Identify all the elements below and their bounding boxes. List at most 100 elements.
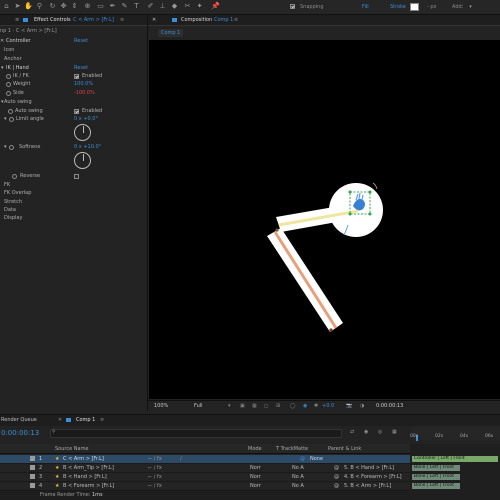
pen-add-icon[interactable]: ✎ [120, 2, 129, 11]
stroke-width[interactable]: - px [427, 4, 437, 10]
pickwhip-icon[interactable]: @ [334, 473, 339, 481]
shy-star-icon[interactable]: ★ [55, 455, 59, 463]
current-time[interactable]: 0:00:00:13 [1, 429, 39, 437]
layer-search-input[interactable] [50, 429, 342, 438]
elbow-joint[interactable] [275, 228, 279, 232]
stopwatch-icon[interactable] [9, 117, 14, 122]
stamp-icon[interactable]: ⊥ [158, 2, 167, 11]
limit-angle-dial[interactable] [74, 124, 91, 141]
composition-tab[interactable]: Composition [181, 17, 212, 23]
layer-mode[interactable]: Norr [250, 464, 261, 472]
timeline-track-area[interactable] [410, 444, 500, 500]
side-value[interactable]: -100.0% [74, 89, 95, 98]
pickwhip-icon[interactable]: @ [334, 482, 339, 490]
switches-icon[interactable]: ⌐ ∕ fx [148, 473, 162, 481]
eraser-icon[interactable]: ◆ [170, 2, 179, 11]
effect-controls-tab[interactable]: Effect Controls [34, 17, 71, 23]
col-parent[interactable]: Parent & Link [328, 446, 361, 452]
stopwatch-icon[interactable] [6, 82, 11, 87]
mask-icon[interactable]: ◻ [264, 403, 268, 409]
rig-canvas[interactable] [149, 40, 500, 399]
reverse-checkbox[interactable] [74, 174, 79, 179]
panel-options-icon[interactable]: ≡ [120, 17, 124, 23]
dropdown-icon[interactable]: ▾ [228, 403, 231, 409]
shy-star-icon[interactable]: ★ [55, 473, 59, 481]
graph-editor-icon[interactable]: ▦ [392, 429, 397, 435]
close-icon[interactable]: ✕ [58, 417, 62, 423]
layer-row[interactable]: 3 ★ B < Hand > [Fr.L] ⌐ ∕ fx Norr No A @… [0, 473, 410, 482]
label-color-swatch[interactable] [30, 483, 35, 488]
layer-row[interactable]: 4 ★ B < Forearm > [Fr.L] ⌐ ∕ fx Norr No … [0, 482, 410, 491]
show-snapshot-icon[interactable]: ◑ [360, 403, 364, 409]
softness-dial[interactable] [74, 152, 91, 169]
collapse-arrow-icon[interactable]: ✕ [0, 37, 4, 46]
roto-icon[interactable]: ✂ [183, 2, 192, 11]
draft-3d-icon[interactable]: ◉ [364, 429, 368, 435]
controller-reset-link[interactable]: Reset [74, 37, 88, 46]
layer-trackmatte[interactable]: No A [292, 464, 304, 472]
autoswing-group-row[interactable]: ▾ Auto swing [0, 98, 147, 107]
channel-icon[interactable]: ◯ [290, 403, 296, 409]
layer-name[interactable]: B < Forearm > [Fr.L] [63, 482, 114, 490]
region-icon[interactable]: ▣ [240, 403, 245, 409]
panel-options-icon[interactable]: ≡ [234, 17, 238, 23]
autoswing-checkbox[interactable] [74, 109, 79, 114]
layer-row[interactable]: 1 ★ C < Arm > [Fr.L] ⌐ ∕ fx ∕ @ None [0, 455, 410, 464]
switches-icon[interactable]: ⌐ ∕ fx [148, 482, 162, 490]
fill-label[interactable]: Fill [362, 4, 369, 10]
ik-handle[interactable] [348, 212, 352, 216]
stroke-swatch[interactable] [410, 3, 419, 11]
reverse-row[interactable]: Reverse [0, 172, 147, 181]
comp-mini-flowchart-icon[interactable]: ⇄ [350, 429, 354, 435]
transparency-grid-icon[interactable]: ▦ [252, 403, 257, 409]
layer-parent[interactable]: 5. B < Arm > [Fr.L] [344, 482, 391, 490]
effect-lock-icon[interactable] [23, 18, 28, 22]
softness-row[interactable]: ▾ Softness 0 x +10.0° [0, 143, 147, 152]
composition-name[interactable]: Comp 1 [214, 17, 233, 23]
layer-parent[interactable]: 5. B < Hand > [Fr.L] [344, 464, 394, 472]
rect-icon[interactable]: ▭ [96, 2, 105, 11]
stopwatch-icon[interactable] [6, 91, 11, 96]
col-mode[interactable]: Mode [248, 446, 262, 452]
col-trackmatte[interactable]: T TrackMatte [276, 446, 308, 452]
weight-value[interactable]: 100.0% [74, 80, 93, 89]
brush-icon[interactable]: ✐ [146, 2, 155, 11]
pan-behind-icon[interactable]: ⊕ [83, 2, 92, 11]
limit-angle-value[interactable]: 0 x +0.0° [74, 115, 98, 124]
timeline-lock-icon[interactable] [66, 418, 71, 422]
pickwhip-icon[interactable]: @ [334, 464, 339, 472]
icon-row[interactable]: Icon [0, 46, 147, 55]
color-management-icon[interactable]: ◉ [303, 403, 307, 409]
zoom-icon[interactable]: ⚲ [35, 2, 44, 11]
select-icon[interactable]: ➤ [13, 2, 22, 11]
close-icon[interactable]: ✕ [152, 17, 156, 23]
label-color-swatch[interactable] [30, 456, 35, 461]
layer-name[interactable]: B < Arm_Tip > [Fr.L] [63, 464, 114, 472]
comp-sub-tab[interactable]: Comp 1 [158, 29, 184, 37]
pin-icon[interactable]: 📌 [211, 2, 220, 11]
weight-row[interactable]: Weight 100.0% [0, 80, 147, 89]
type-icon[interactable]: T [132, 2, 141, 11]
ik-handle[interactable] [368, 212, 372, 216]
layer-name[interactable]: C < Arm > [Fr.L] [63, 455, 104, 463]
hand-icon[interactable]: ✋ [24, 2, 33, 11]
effect-controls-layer[interactable]: C < Arm > [Fr.L] [73, 17, 114, 23]
col-source-name[interactable]: Source Name [55, 446, 89, 452]
switches-icon[interactable]: ⌐ ∕ fx [148, 455, 162, 463]
render-queue-tab[interactable]: Render Queue [1, 417, 37, 423]
ik-fk-checkbox[interactable] [74, 74, 79, 79]
anchor-row[interactable]: Anchor [0, 55, 147, 64]
guides-icon[interactable]: ⊞ [276, 403, 280, 409]
layer-track-bar[interactable]: Bone | Left | Front [412, 465, 460, 471]
layer-track-bar[interactable]: Bone | Left | Front [412, 483, 460, 489]
composition-viewer[interactable] [149, 40, 500, 399]
pickwhip-icon[interactable]: @ [300, 455, 305, 463]
puppet-icon[interactable]: ✦ [195, 2, 204, 11]
layer-row[interactable]: 2 ★ B < Arm_Tip > [Fr.L] ⌐ ∕ fx Norr No … [0, 464, 410, 473]
stopwatch-icon[interactable] [6, 74, 11, 79]
label-color-swatch[interactable] [30, 465, 35, 470]
wrist-end-joint[interactable] [329, 328, 333, 332]
fx-switch-icon[interactable]: ∕ [180, 455, 182, 463]
layer-trackmatte[interactable]: No A [292, 482, 304, 490]
display-row[interactable]: Display [0, 214, 147, 223]
